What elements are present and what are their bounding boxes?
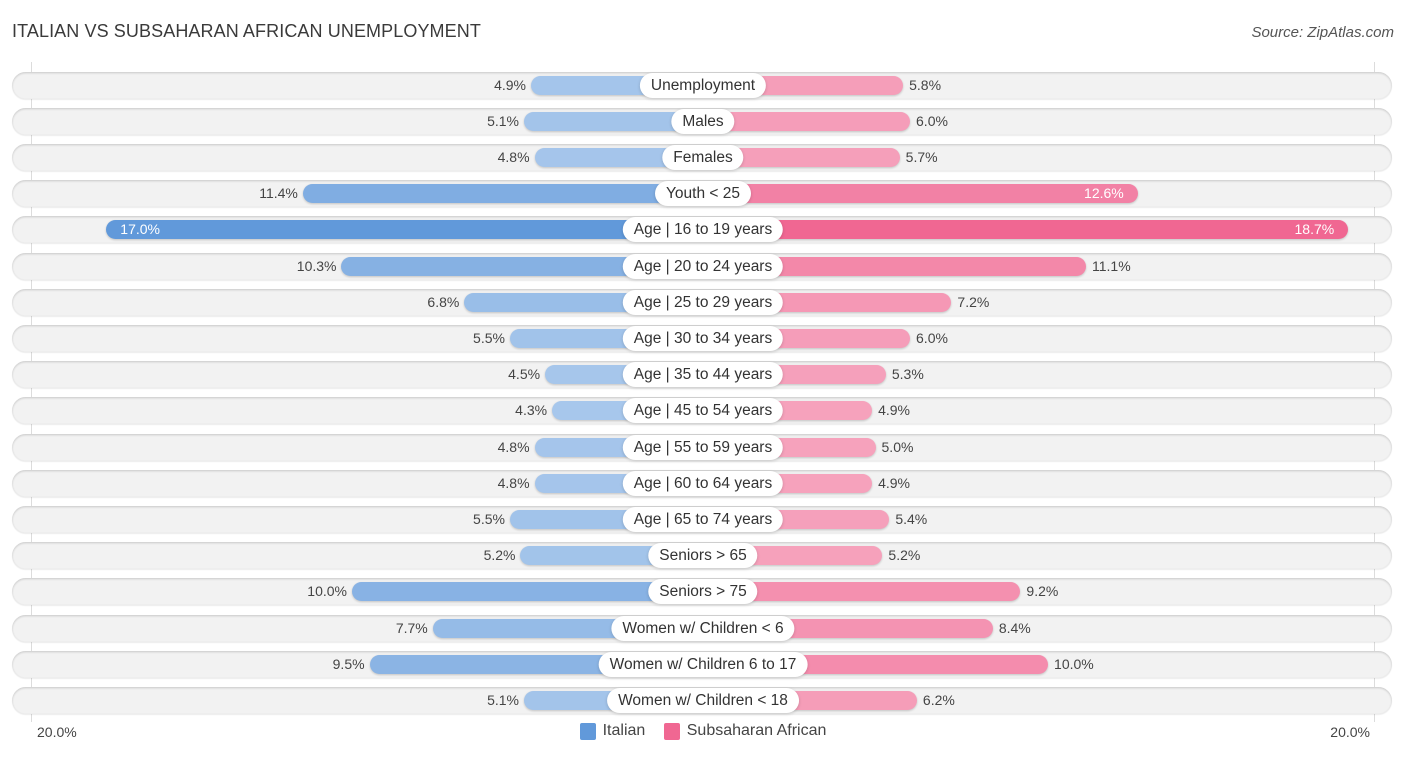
value-label-italian: 4.5%	[508, 366, 541, 383]
bar-subsaharan-african[interactable]	[703, 220, 1349, 240]
legend: Italian Subsaharan African	[0, 722, 1406, 745]
category-label: Women w/ Children < 18	[607, 687, 799, 713]
bar-italian[interactable]	[106, 220, 703, 240]
value-label-subsaharan-african: 8.4%	[998, 619, 1031, 636]
value-label-italian: 4.3%	[515, 402, 548, 419]
category-label: Unemployment	[639, 72, 767, 98]
value-label-subsaharan-african: 5.3%	[891, 366, 924, 383]
value-label-subsaharan-african: 5.4%	[895, 510, 928, 527]
value-label-subsaharan-african: 5.8%	[909, 76, 942, 93]
value-label-italian: 7.7%	[395, 619, 428, 636]
legend-item-italian[interactable]: Italian	[579, 722, 646, 740]
value-label-italian: 4.8%	[497, 148, 530, 165]
category-label: Age | 25 to 29 years	[622, 289, 784, 315]
category-label: Age | 55 to 59 years	[622, 434, 784, 460]
value-label-italian: 5.5%	[473, 510, 505, 527]
category-label: Age | 35 to 44 years	[622, 362, 784, 388]
value-label-subsaharan-african: 10.0%	[1054, 655, 1094, 672]
value-label-subsaharan-african: 5.7%	[905, 148, 938, 165]
category-label: Age | 30 to 34 years	[622, 325, 784, 351]
value-label-subsaharan-african: 5.0%	[881, 438, 914, 455]
category-label: Seniors > 65	[648, 543, 758, 569]
value-label-italian: 17.0%	[120, 221, 160, 238]
value-label-subsaharan-african: 18.7%	[1294, 221, 1335, 238]
legend-swatch-italian	[579, 722, 596, 740]
chart-title: ITALIAN VS SUBSAHARAN AFRICAN UNEMPLOYME…	[12, 21, 481, 41]
category-label: Age | 16 to 19 years	[622, 217, 784, 243]
value-label-subsaharan-african: 5.2%	[888, 547, 921, 564]
value-label-italian: 5.5%	[473, 329, 505, 346]
value-label-subsaharan-african: 4.9%	[878, 402, 910, 419]
value-label-subsaharan-african: 7.2%	[957, 293, 990, 310]
legend-label-italian: Italian	[602, 722, 646, 739]
value-label-italian: 4.8%	[497, 474, 530, 491]
category-label: Males	[671, 108, 735, 134]
bar-italian[interactable]	[302, 184, 703, 204]
value-label-subsaharan-african: 6.2%	[922, 691, 955, 708]
value-label-subsaharan-african: 12.6%	[1084, 185, 1124, 202]
category-label: Age | 65 to 74 years	[622, 506, 784, 532]
value-label-italian: 6.8%	[427, 293, 460, 310]
source-label: Source: ZipAtlas.com	[1251, 24, 1394, 41]
value-label-subsaharan-african: 6.0%	[916, 329, 948, 346]
category-label: Women w/ Children 6 to 17	[598, 651, 808, 677]
value-label-italian: 10.0%	[307, 583, 347, 600]
value-label-italian: 5.1%	[487, 112, 519, 129]
category-label: Females	[662, 144, 744, 170]
legend-item-subsaharan-african[interactable]: Subsaharan African	[663, 722, 827, 740]
value-label-italian: 9.5%	[332, 655, 365, 672]
category-label: Youth < 25	[655, 181, 751, 207]
value-label-subsaharan-african: 6.0%	[916, 112, 948, 129]
value-label-italian: 4.9%	[494, 76, 527, 93]
category-label: Women w/ Children < 6	[611, 615, 795, 641]
value-label-italian: 5.1%	[487, 691, 519, 708]
value-label-italian: 5.2%	[483, 547, 516, 564]
legend-swatch-subsaharan-african	[663, 722, 680, 740]
category-label: Age | 45 to 54 years	[622, 398, 784, 424]
category-label: Age | 60 to 64 years	[622, 470, 784, 496]
value-label-subsaharan-african: 4.9%	[878, 474, 910, 491]
value-label-italian: 4.8%	[497, 438, 530, 455]
value-label-subsaharan-african: 11.1%	[1091, 257, 1131, 274]
value-label-italian: 10.3%	[296, 257, 337, 274]
value-label-italian: 11.4%	[259, 185, 298, 202]
bar-subsaharan-african[interactable]	[703, 184, 1138, 204]
legend-label-subsaharan-african: Subsaharan African	[686, 722, 827, 739]
category-label: Seniors > 75	[648, 579, 758, 605]
value-label-subsaharan-african: 9.2%	[1026, 583, 1059, 600]
category-label: Age | 20 to 24 years	[622, 253, 784, 279]
